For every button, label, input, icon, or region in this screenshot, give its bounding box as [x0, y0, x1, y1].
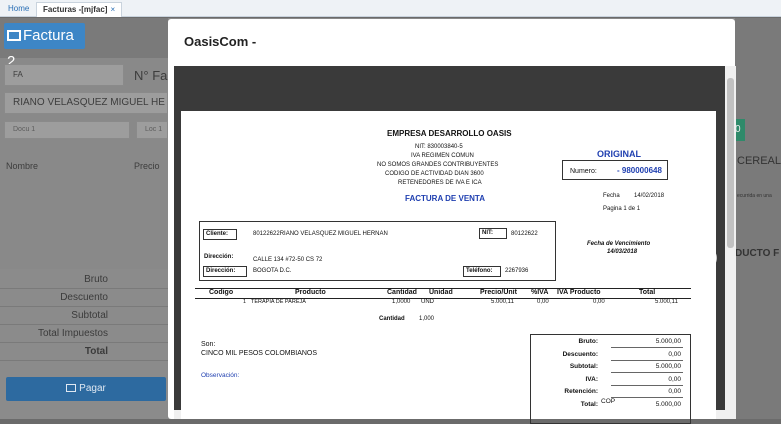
nit-cliente: 80122622: [511, 231, 538, 237]
cantidad-total: 1,000: [419, 316, 435, 322]
tab-bar: Home Facturas -[mjfac] ×: [0, 0, 781, 17]
cliente-value: 80122622RIANO VELASQUEZ MIGUEL HERNAN: [253, 231, 388, 237]
header-cantidad: Cantidad: [387, 289, 417, 296]
summary-underline: [611, 359, 683, 361]
observacion-label: Observación:: [201, 372, 240, 379]
tipo-field[interactable]: FA: [4, 64, 124, 86]
summary-underline: [611, 372, 683, 373]
direccion-label-1: Dirección:: [204, 254, 234, 260]
header-codigo: Codigo: [209, 289, 234, 296]
iva-regimen: IVA REGIMEN COMUN: [411, 153, 474, 159]
column-precio: Precio: [134, 161, 160, 171]
header-unidad: Unidad: [429, 289, 453, 296]
telefono-value: 2267936: [505, 268, 529, 274]
item-unidad: UND: [421, 299, 434, 305]
tab-facturas[interactable]: Facturas -[mjfac] ×: [36, 2, 123, 17]
header-producto: Producto: [295, 289, 326, 296]
summary-label: Retención:: [564, 388, 598, 395]
cliente-label: Cliente:: [203, 229, 237, 240]
viewer-toolbar: [174, 66, 736, 110]
contribuyentes: NO SOMOS GRANDES CONTRIBUYENTES: [377, 162, 499, 168]
item-cantidad: 1,0000: [392, 299, 411, 305]
pagina: Pagina 1 de 1: [603, 206, 641, 212]
item-codigo: 1: [243, 299, 247, 305]
total-row-subtotal: Subtotal: [0, 307, 168, 325]
cereal-label: CEREAL: [737, 155, 781, 167]
ciudad-value: BOGOTA D.C.: [253, 268, 292, 274]
summary-underline: [611, 384, 683, 386]
header-iva-producto: IVA Producto: [557, 289, 601, 296]
total-row-total: Total: [0, 343, 168, 361]
cliente-field[interactable]: RIANO VELASQUEZ MIGUEL HE: [4, 92, 168, 114]
summary-label: IVA:: [585, 375, 598, 383]
son-value: CINCO MIL PESOS COLOMBIANOS: [201, 350, 318, 357]
direccion-label-2: Dirección:: [203, 266, 247, 277]
item-iva-pct: 0,00: [537, 299, 549, 305]
son-label: Son:: [201, 341, 216, 348]
invoice-number: - 980000648: [617, 166, 662, 175]
item-iva-producto: 0,00: [593, 299, 605, 305]
scroll-thumb[interactable]: [727, 78, 734, 248]
loc-field[interactable]: Loc 1: [136, 121, 168, 139]
value-badge: 0: [735, 119, 745, 141]
right-panel: 0 CEREAL ecurrida en una DUCTO F: [735, 18, 781, 419]
fecha-value: 14/02/2018: [634, 193, 665, 199]
modal-title: OasisCom -: [184, 34, 257, 49]
nit-label: NIT:: [479, 228, 507, 239]
vencimiento-label: Fecha de Vencimiento: [587, 241, 651, 247]
telefono-label: Teléfono:: [463, 266, 501, 277]
tab-home[interactable]: Home: [2, 2, 35, 17]
close-icon[interactable]: ×: [110, 5, 115, 14]
pagar-label: Pagar: [79, 383, 106, 394]
numero-label: N° Fa: [134, 68, 168, 83]
codigo-actividad: CODIGO DE ACTIVIDAD DIAN 3600: [385, 171, 484, 177]
summary-underline: [611, 347, 683, 348]
summary-label: Descuento:: [562, 350, 598, 358]
retenedores: RETENEDORES DE IVA E ICA: [398, 180, 482, 186]
tab-facturas-label: Facturas -[mjfac]: [43, 5, 108, 14]
small-description: ecurrida en una: [737, 193, 772, 199]
document-type: FACTURA DE VENTA: [405, 194, 485, 203]
total-row-impuestos: Total Impuestos: [0, 325, 168, 343]
summary-value: 0,00: [668, 350, 681, 358]
invoice-page: EMPRESA DESARROLLO OASIS NIT: 830003840-…: [181, 111, 716, 424]
company-nit: NIT: 830003840-5: [415, 144, 463, 150]
summary-value: 5.000,00: [655, 338, 681, 345]
pagar-button[interactable]: Pagar: [6, 377, 166, 401]
fecha-label: Fecha: [603, 193, 620, 199]
item-total: 5.000,11: [655, 299, 678, 305]
header-precio: Precio/Unit: [480, 289, 517, 296]
summary-label: Subtotal:: [569, 363, 598, 370]
total-row-descuento: Descuento: [0, 289, 168, 307]
original-label: ORIGINAL: [597, 149, 641, 159]
summary-value: 0,00: [668, 375, 681, 383]
column-nombre: Nombre: [6, 161, 39, 171]
summary-underline: [611, 397, 683, 398]
header-iva-pct: %IVA: [531, 289, 549, 296]
summary-label: Bruto:: [578, 338, 599, 345]
vencimiento-value: 14/03/2018: [607, 249, 638, 255]
item-precio: 5.000,11: [491, 299, 514, 305]
docu-field[interactable]: Docu 1: [4, 121, 130, 139]
item-producto: TERAPIA DE PAREJA: [251, 299, 306, 305]
cantidad-label: Cantidad: [379, 316, 405, 322]
summary-label: Total:: [580, 400, 598, 408]
summary-value: 0,00: [668, 388, 681, 395]
total-row-bruto: Bruto: [0, 271, 168, 289]
factura-title-button[interactable]: Factura 2: [4, 23, 85, 70]
summary-value: 5.000,00: [655, 400, 681, 408]
vertical-scrollbar[interactable]: [725, 66, 736, 419]
summary-value: 5.000,00: [655, 363, 681, 370]
currency: COP: [601, 397, 616, 405]
direccion-value: CALLE 134 #72-50 CS 72: [253, 257, 323, 263]
invoice-icon: [7, 30, 21, 41]
company-name: EMPRESA DESARROLLO OASIS: [387, 129, 512, 138]
card-icon: [66, 384, 77, 392]
numero-label: Numero:: [570, 168, 597, 175]
producto-label: DUCTO F: [735, 248, 780, 259]
header-total: Total: [639, 289, 656, 296]
